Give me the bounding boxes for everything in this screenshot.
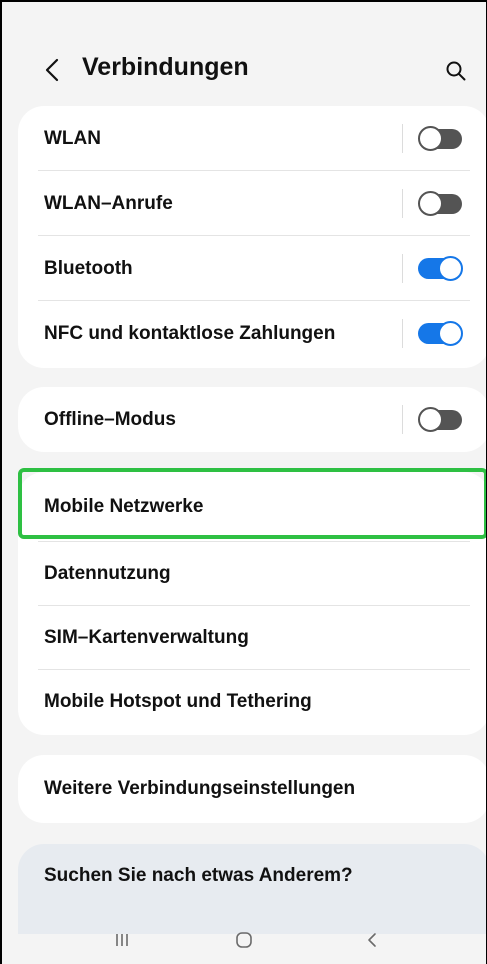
chevron-left-icon <box>45 58 59 82</box>
settings-item-label: Offline–Modus <box>44 408 176 430</box>
settings-item-hotspot[interactable]: Mobile Hotspot und Tethering <box>18 670 486 734</box>
settings-item-label: Mobile Netzwerke <box>44 496 204 517</box>
recent-apps-button[interactable] <box>102 922 142 958</box>
settings-item-label: Weitere Verbindungseinstellungen <box>44 778 356 799</box>
settings-item-label: NFC und kontaktlose Zahlungen <box>44 322 336 344</box>
settings-item-wlan[interactable]: WLAN <box>18 106 486 171</box>
wlan-calls-toggle[interactable] <box>418 191 463 216</box>
settings-item-nfc[interactable]: NFC und kontaktlose Zahlungen <box>18 301 486 366</box>
settings-item-sim-manager[interactable]: SIM–Kartenverwaltung <box>18 606 486 670</box>
divider <box>402 319 403 348</box>
settings-screen: Verbindungen WLAN WLAN–Anrufe Bluetooth … <box>0 0 487 964</box>
settings-item-wlan-calls[interactable]: WLAN–Anrufe <box>18 171 486 236</box>
page-title: Verbindungen <box>82 53 249 81</box>
settings-item-more-connection-settings[interactable]: Weitere Verbindungseinstellungen <box>18 755 486 823</box>
connections-group: WLAN WLAN–Anrufe Bluetooth NFC und konta… <box>18 106 486 368</box>
help-card-label: Suchen Sie nach etwas Anderem? <box>44 865 353 886</box>
divider <box>402 405 403 434</box>
home-icon <box>236 932 252 948</box>
settings-item-label: WLAN <box>44 127 101 149</box>
divider <box>402 124 403 153</box>
settings-item-label: WLAN–Anrufe <box>44 192 173 214</box>
system-navigation-bar <box>2 922 486 964</box>
divider <box>402 254 403 283</box>
settings-item-label: Datennutzung <box>44 563 171 584</box>
mobile-group: Mobile Netzwerke Datennutzung SIM–Karten… <box>18 472 486 735</box>
wlan-toggle[interactable] <box>418 126 463 151</box>
divider <box>402 189 403 218</box>
app-bar: Verbindungen <box>2 2 486 102</box>
back-icon <box>368 933 376 947</box>
offline-mode-toggle[interactable] <box>418 407 463 432</box>
help-card-row[interactable]: Suchen Sie nach etwas Anderem? <box>18 844 486 908</box>
settings-item-bluetooth[interactable]: Bluetooth <box>18 236 486 301</box>
bluetooth-toggle[interactable] <box>418 256 463 281</box>
settings-item-data-usage[interactable]: Datennutzung <box>18 542 486 606</box>
settings-item-label: Mobile Hotspot und Tethering <box>44 691 312 712</box>
help-card[interactable]: Suchen Sie nach etwas Anderem? <box>18 844 486 934</box>
settings-item-label: Bluetooth <box>44 257 133 279</box>
settings-item-mobile-networks[interactable]: Mobile Netzwerke <box>18 472 486 542</box>
nav-back-button[interactable] <box>352 922 392 958</box>
offline-group: Offline–Modus <box>18 387 486 452</box>
settings-item-label: SIM–Kartenverwaltung <box>44 627 249 648</box>
back-button[interactable] <box>38 54 66 86</box>
settings-item-offline-mode[interactable]: Offline–Modus <box>18 387 486 452</box>
recent-apps-icon <box>116 934 128 946</box>
more-group: Weitere Verbindungseinstellungen <box>18 755 486 823</box>
search-icon <box>446 61 466 81</box>
home-button[interactable] <box>224 922 264 958</box>
nfc-toggle[interactable] <box>418 321 463 346</box>
search-button[interactable] <box>441 56 471 86</box>
